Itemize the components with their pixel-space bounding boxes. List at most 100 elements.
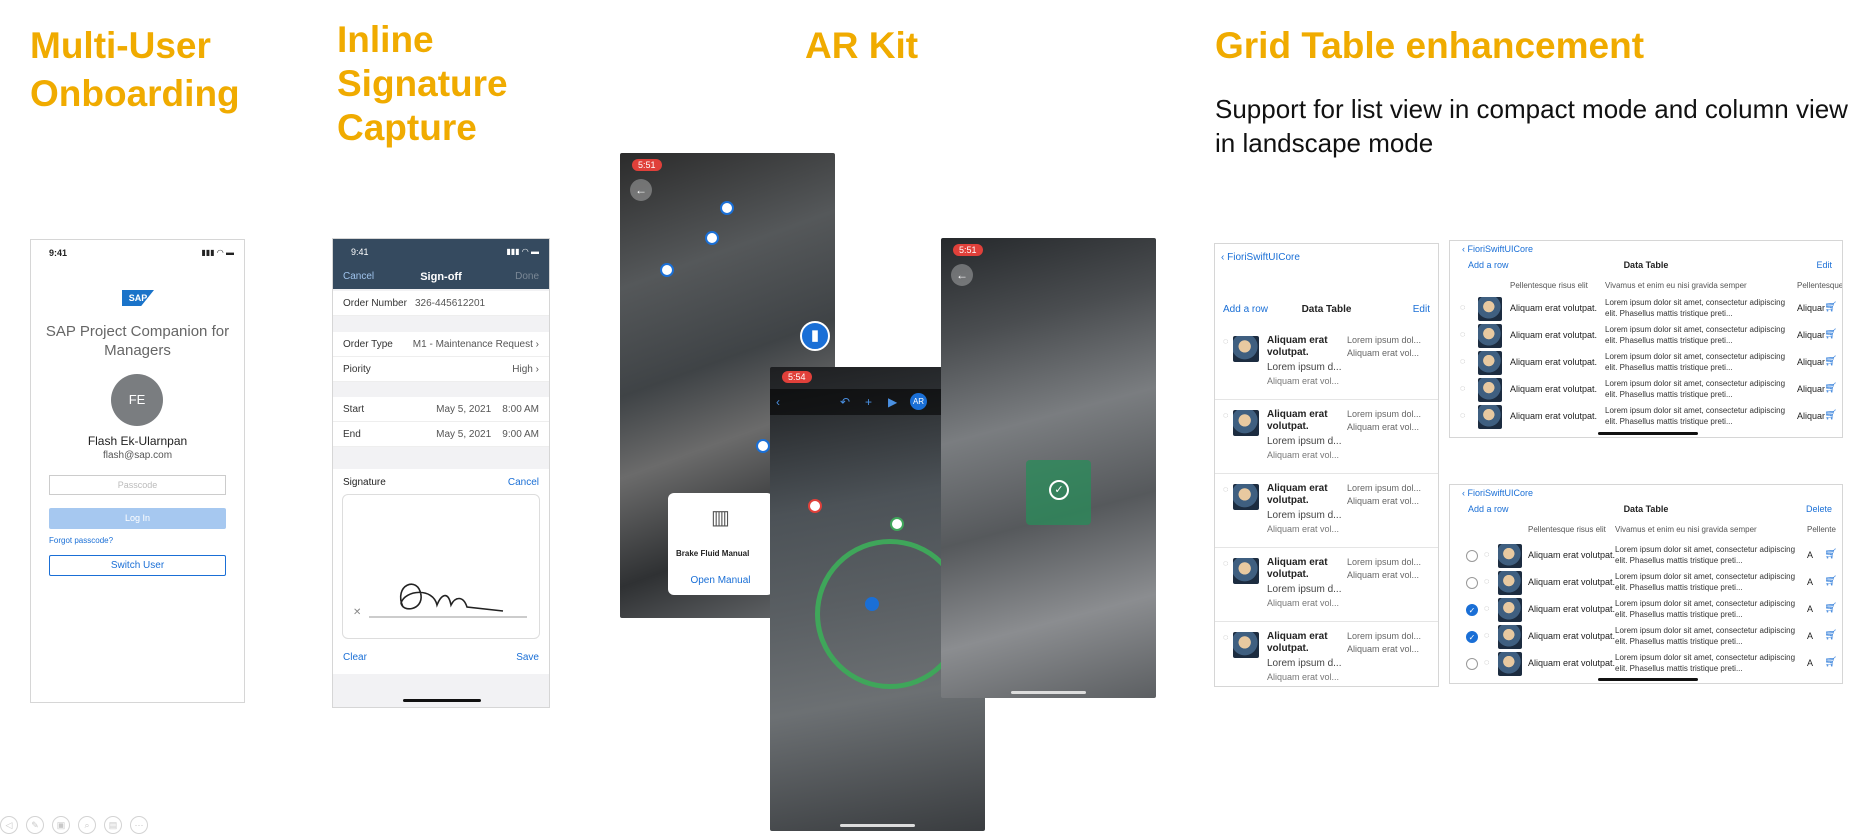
cart-pin-icon[interactable] <box>705 231 719 245</box>
forgot-passcode-link[interactable]: Forgot passcode? <box>49 536 113 545</box>
end-row[interactable]: End May 5, 2021 9:00 AM <box>333 422 549 447</box>
checkmark-icon: ✓ <box>1049 480 1069 500</box>
reorder-icon[interactable]: ◌ <box>1460 302 1465 312</box>
row-detail: Lorem ipsum dol... <box>1347 483 1422 493</box>
marker-red-icon[interactable] <box>808 499 822 513</box>
order-type-row[interactable]: Order Type M1 - Maintenance Request › <box>333 332 549 357</box>
table-row[interactable]: ◌ Aliquam erat volutpat. Lorem ipsum dolor… <box>1450 543 1842 569</box>
reorder-icon[interactable]: ◌ <box>1223 484 1228 494</box>
column-header[interactable]: Pellentesque risus elit <box>1510 281 1588 290</box>
radio-icon[interactable] <box>1466 577 1478 589</box>
edit-button[interactable]: Edit <box>1816 260 1832 270</box>
table-row[interactable]: ✓ ◌ Aliquam erat volutpat. Lorem ipsum dolo… <box>1450 597 1842 623</box>
cart-icon[interactable]: 🛒︎ <box>1824 657 1837 668</box>
radio-icon[interactable] <box>1466 658 1478 670</box>
reorder-icon[interactable]: ◌ <box>1460 410 1465 420</box>
table-row[interactable]: ◌ Aliquam erat volutpat. Lorem ipsum dolor… <box>1450 323 1842 349</box>
cart-icon[interactable]: 🛒︎ <box>1824 630 1837 641</box>
subtitles-icon[interactable]: ▤ <box>104 816 122 834</box>
cart-icon[interactable]: 🛒︎ <box>1824 356 1837 367</box>
signature-cancel-button[interactable]: Cancel <box>508 477 539 488</box>
checked-radio-icon[interactable]: ✓ <box>1466 631 1478 643</box>
avatar[interactable]: FE <box>111 374 163 426</box>
cart-icon[interactable]: 🛒︎ <box>1824 383 1837 394</box>
back-link[interactable]: ‹ FioriSwiftUICore <box>1462 488 1533 498</box>
start-row[interactable]: Start May 5, 2021 8:00 AM <box>333 397 549 422</box>
book-pin-icon[interactable]: ▮ <box>800 321 830 351</box>
radio-icon[interactable] <box>1466 550 1478 562</box>
table-row[interactable]: ◌ Aliquam erat volutpat. Lorem ipsum d... A… <box>1215 400 1438 474</box>
marker-green-icon[interactable] <box>890 517 904 531</box>
reorder-icon[interactable]: ◌ <box>1484 630 1489 640</box>
completed-step-marker[interactable]: ✓ <box>1026 460 1091 525</box>
reorder-icon[interactable]: ◌ <box>1223 410 1228 420</box>
table-row[interactable]: ✓ ◌ Aliquam erat volutpat. Lorem ipsum dolo… <box>1450 624 1842 650</box>
reorder-icon[interactable]: ◌ <box>1460 383 1465 393</box>
login-button[interactable]: Log In <box>49 508 226 529</box>
cart-icon[interactable]: 🛒︎ <box>1824 549 1837 560</box>
reorder-icon[interactable]: ◌ <box>1484 549 1489 559</box>
back-link[interactable]: ‹ FioriSwiftUICore <box>1462 244 1533 254</box>
cart-icon[interactable]: 🛒︎ <box>1824 410 1837 421</box>
table-row[interactable]: ◌ Aliquam erat volutpat. Lorem ipsum d... A… <box>1215 326 1438 400</box>
table-row[interactable]: ◌ Aliquam erat volutpat. Lorem ipsum dolor… <box>1450 404 1842 430</box>
back-link[interactable]: ‹ FioriSwiftUICore <box>1221 252 1300 263</box>
open-manual-button[interactable]: Open Manual <box>668 575 773 586</box>
reorder-icon[interactable]: ◌ <box>1484 603 1489 613</box>
clear-button[interactable]: Clear <box>343 652 367 663</box>
table-row[interactable]: ◌ Aliquam erat volutpat. Lorem ipsum d... A… <box>1215 548 1438 622</box>
table-row[interactable]: ◌ Aliquam erat volutpat. Lorem ipsum d... A… <box>1215 474 1438 548</box>
switch-user-button[interactable]: Switch User <box>49 555 226 576</box>
column-header[interactable]: Vivamus et enim eu nisi gravida semper <box>1605 281 1747 290</box>
column-header[interactable]: Vivamus et enim eu nisi gravida semper <box>1615 525 1757 534</box>
reorder-icon[interactable]: ◌ <box>1484 576 1489 586</box>
reorder-icon[interactable]: ◌ <box>1223 632 1228 642</box>
doc-pin-icon[interactable] <box>660 263 674 277</box>
table-title: Data Table <box>1301 304 1352 315</box>
column-header[interactable]: Pellentesque <box>1797 281 1842 290</box>
column-header[interactable]: Pellente <box>1807 525 1836 534</box>
priority-value: High › <box>512 364 539 375</box>
table-row[interactable]: ◌ Aliquam erat volutpat. Lorem ipsum d... A… <box>1215 622 1438 686</box>
link-pin-icon[interactable] <box>756 439 770 453</box>
priority-row[interactable]: Piority High › <box>333 357 549 382</box>
checked-radio-icon[interactable]: ✓ <box>1466 604 1478 616</box>
signature-canvas[interactable]: ✕ <box>342 494 540 639</box>
table-row[interactable]: ◌ Aliquam erat volutpat. Lorem ipsum dolor… <box>1450 296 1842 322</box>
passcode-input[interactable]: Passcode <box>49 475 226 495</box>
table-row[interactable]: ◌ Aliquam erat volutpat. Lorem ipsum dolor… <box>1450 350 1842 376</box>
column-header[interactable]: Pellentesque risus elit <box>1528 525 1606 534</box>
cart-icon[interactable]: 🛒︎ <box>1824 302 1837 313</box>
more-icon[interactable]: ⋯ <box>130 816 148 834</box>
undo-icon[interactable]: ↶ <box>840 395 850 409</box>
ar-mode-icon[interactable]: AR <box>910 393 927 410</box>
reorder-icon[interactable]: ◌ <box>1484 657 1489 667</box>
back-arrow-icon[interactable]: ← <box>630 179 652 201</box>
pen-icon[interactable]: ✎ <box>26 816 44 834</box>
table-row[interactable]: ◌ Aliquam erat volutpat. Lorem ipsum dolor… <box>1450 377 1842 403</box>
cart-icon[interactable]: 🛒︎ <box>1824 603 1837 614</box>
play-icon[interactable]: ▶ <box>888 395 897 409</box>
slides-icon[interactable]: ▣ <box>52 816 70 834</box>
end-label: End <box>343 429 361 440</box>
zoom-icon[interactable]: ⌕ <box>78 816 96 834</box>
plus-icon[interactable]: + <box>865 395 872 409</box>
save-button[interactable]: Save <box>516 652 539 663</box>
back-arrow-icon[interactable]: ← <box>951 264 973 286</box>
pointer-icon[interactable]: ◁ <box>0 816 18 834</box>
marker-blue-icon[interactable] <box>865 597 879 611</box>
reorder-icon[interactable]: ◌ <box>1460 356 1465 366</box>
delete-button[interactable]: Delete <box>1806 504 1832 514</box>
info-pin-icon[interactable] <box>720 201 734 215</box>
cart-icon[interactable]: 🛒︎ <box>1824 576 1837 587</box>
reorder-icon[interactable]: ◌ <box>1460 329 1465 339</box>
table-row[interactable]: ◌ Aliquam erat volutpat. Lorem ipsum dolor… <box>1450 570 1842 596</box>
edit-button[interactable]: Edit <box>1413 304 1430 315</box>
manual-card[interactable]: ▥ Brake Fluid Manual Open Manual <box>668 493 773 595</box>
chevron-left-icon[interactable]: ‹ <box>776 395 780 409</box>
cart-icon[interactable]: 🛒︎ <box>1824 329 1837 340</box>
reorder-icon[interactable]: ◌ <box>1223 336 1228 346</box>
done-button[interactable]: Done <box>515 271 539 282</box>
reorder-icon[interactable]: ◌ <box>1223 558 1228 568</box>
table-row[interactable]: ◌ Aliquam erat volutpat. Lorem ipsum dolor… <box>1450 651 1842 677</box>
